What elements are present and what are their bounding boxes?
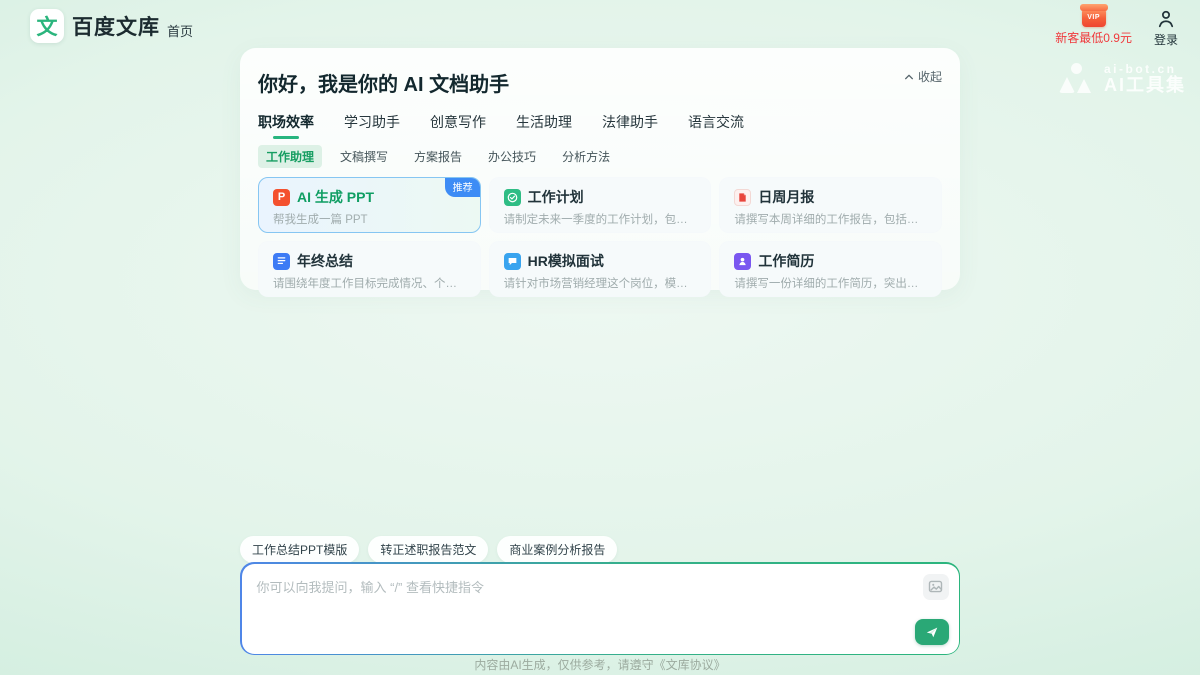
card-title: 年终总结 [297, 251, 353, 271]
disclaimer-text: 内容由AI生成，仅供参考，请遵守 [474, 658, 653, 672]
prompt-inputbox [240, 562, 960, 655]
chip-business-case-analysis[interactable]: 商业案例分析报告 [497, 536, 617, 563]
watermark-domain: ai-bot.cn [1104, 63, 1186, 76]
gift-vip-icon: VIP [1082, 8, 1106, 27]
collapse-button[interactable]: 收起 [904, 68, 942, 85]
card-desc: 帮我生成一篇 PPT [273, 211, 468, 227]
login-button[interactable]: 登录 [1154, 8, 1178, 48]
wenku-logo-icon: 文 [30, 9, 64, 43]
summary-icon [273, 253, 290, 270]
card-desc: 请针对市场营销经理这个岗位，模拟一场真实… [504, 275, 699, 291]
card-hr-mock-interview[interactable]: HR模拟面试 请针对市场营销经理这个岗位，模拟一场真实… [489, 241, 712, 297]
resume-icon [734, 253, 751, 270]
chevron-up-icon [904, 72, 914, 82]
ai-bot-logo-icon [1058, 62, 1096, 96]
tab-life-assistant[interactable]: 生活助理 [516, 112, 572, 139]
plan-icon [504, 189, 521, 206]
card-title: 工作计划 [528, 187, 584, 207]
chip-work-summary-ppt[interactable]: 工作总结PPT模版 [240, 536, 359, 563]
card-year-end-summary[interactable]: 年终总结 请围绕年度工作目标完成情况、个人能力提升… [258, 241, 481, 297]
tab-creative-writing[interactable]: 创意写作 [430, 112, 486, 139]
ai-disclaimer: 内容由AI生成，仅供参考，请遵守《文库协议》 [240, 656, 960, 673]
send-button[interactable] [915, 619, 949, 645]
tab-language-exchange[interactable]: 语言交流 [688, 112, 744, 139]
pill-work-assistant[interactable]: 工作助理 [258, 145, 322, 168]
card-title: 日周月报 [758, 187, 814, 207]
assistant-title: 你好，我是你的 AI 文档助手 [258, 68, 942, 97]
report-icon [734, 189, 751, 206]
pill-office-tips[interactable]: 办公技巧 [480, 145, 544, 168]
ppt-icon: P [273, 189, 290, 206]
tab-legal-helper[interactable]: 法律助手 [602, 112, 658, 139]
upload-image-button[interactable] [923, 574, 949, 600]
card-title: HR模拟面试 [528, 251, 604, 271]
pill-proposal-report[interactable]: 方案报告 [406, 145, 470, 168]
card-ai-generate-ppt[interactable]: 推荐 P AI 生成 PPT 帮我生成一篇 PPT [258, 177, 481, 233]
interview-icon [504, 253, 521, 270]
tab-study-helper[interactable]: 学习助手 [344, 112, 400, 139]
sub-category-pills: 工作助理 文稿撰写 方案报告 办公技巧 分析方法 [258, 145, 942, 168]
nav-home[interactable]: 首页 [167, 21, 193, 40]
card-desc: 请撰写一份详细的工作简历，突出您的教育背… [734, 275, 929, 291]
card-desc: 请撰写本周详细的工作报告，包括工作内容、… [734, 211, 929, 227]
category-tabs: 职场效率 学习助手 创意写作 生活助理 法律助手 语言交流 [258, 112, 942, 139]
user-icon [1155, 8, 1177, 30]
brand-name: 百度文库 [72, 11, 160, 41]
card-work-plan[interactable]: 工作计划 请制定未来一季度的工作计划，包括明确目标… [489, 177, 712, 233]
top-header: 文 百度文库 首页 VIP 新客最低0.9元 登录 [0, 0, 1200, 54]
prompt-input[interactable] [242, 564, 959, 654]
promo-text: 新客最低0.9元 [1055, 29, 1132, 46]
vip-promo[interactable]: VIP 新客最低0.9元 [1055, 8, 1132, 48]
card-daily-weekly-report[interactable]: 日周月报 请撰写本周详细的工作报告，包括工作内容、… [719, 177, 942, 233]
tab-workplace-efficiency[interactable]: 职场效率 [258, 112, 314, 139]
card-work-resume[interactable]: 工作简历 请撰写一份详细的工作简历，突出您的教育背… [719, 241, 942, 297]
login-label: 登录 [1154, 31, 1178, 48]
image-icon [928, 579, 943, 594]
pill-manuscript-writing[interactable]: 文稿撰写 [332, 145, 396, 168]
paper-plane-icon [925, 625, 939, 639]
watermark-name: AI工具集 [1104, 76, 1186, 96]
card-desc: 请围绕年度工作目标完成情况、个人能力提升… [273, 275, 468, 291]
quick-task-cards: 推荐 P AI 生成 PPT 帮我生成一篇 PPT 工作计划 请制定未来一季度的… [258, 177, 942, 297]
card-title: AI 生成 PPT [297, 187, 374, 207]
recommend-badge: 推荐 [445, 177, 481, 197]
wenku-agreement-link[interactable]: 《文库协议》 [654, 658, 726, 672]
wenku-brand[interactable]: 文 百度文库 [30, 9, 160, 43]
chip-probation-report[interactable]: 转正述职报告范文 [368, 536, 488, 563]
ai-assistant-panel: 你好，我是你的 AI 文档助手 收起 职场效率 学习助手 创意写作 生活助理 法… [240, 48, 960, 290]
card-desc: 请制定未来一季度的工作计划，包括明确目标… [504, 211, 699, 227]
pill-analysis-method[interactable]: 分析方法 [554, 145, 618, 168]
card-title: 工作简历 [758, 251, 814, 271]
suggestion-chips: 工作总结PPT模版 转正述职报告范文 商业案例分析报告 [240, 536, 617, 563]
ai-bot-watermark: ai-bot.cn AI工具集 [1058, 62, 1186, 96]
